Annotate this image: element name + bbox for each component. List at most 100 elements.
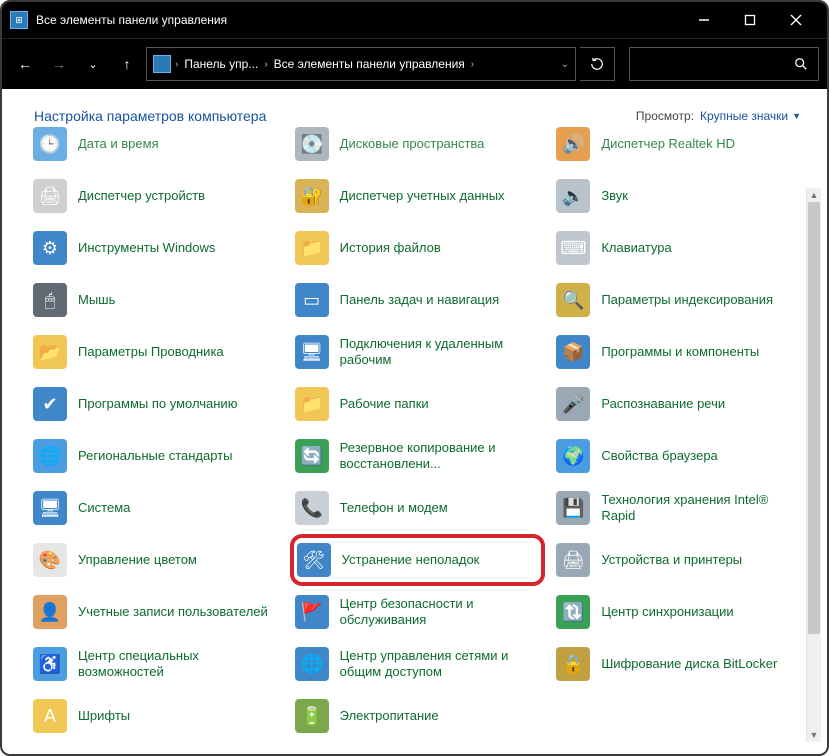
control-panel-item[interactable]: ⌨Клавиатура: [551, 222, 807, 274]
item-icon: ⌨: [555, 230, 591, 266]
item-icon: 🔋: [294, 698, 330, 734]
item-icon: 👤: [32, 594, 68, 630]
control-panel-item[interactable]: 🎨Управление цветом: [28, 534, 284, 586]
control-panel-item[interactable]: 📁Рабочие папки: [290, 378, 546, 430]
control-panel-item[interactable]: 🖨 Устройства и принтеры: [551, 534, 807, 586]
control-panel-item[interactable]: ♿Центр специальных возможностей: [28, 638, 284, 690]
item-label: Дисковые пространства: [340, 136, 485, 152]
control-panel-item[interactable]: 📂 Параметры Проводника: [28, 326, 284, 378]
control-panel-item[interactable]: 🔒 Шифрование диска BitLocker: [551, 638, 807, 690]
breadcrumb-root[interactable]: Панель упр...: [182, 57, 260, 71]
item-label: Центр безопасности и обслуживания: [340, 596, 542, 629]
window-title: Все элементы панели управления: [36, 13, 227, 27]
item-label: Устранение неполадок: [342, 552, 480, 568]
item-icon: 🛠: [296, 542, 332, 578]
item-icon: 🔃: [555, 594, 591, 630]
refresh-button[interactable]: [580, 47, 615, 81]
control-panel-item[interactable]: 🛠 Устранение неполадок: [290, 534, 546, 586]
control-panel-item[interactable]: 🖥Подключения к удаленным рабочим: [290, 326, 546, 378]
control-panel-item[interactable]: 🖨Диспетчер устройств: [28, 170, 284, 222]
control-panel-item[interactable]: 🖱Мышь: [28, 274, 284, 326]
control-panel-item[interactable]: 📦Программы и компоненты: [551, 326, 807, 378]
control-panel-item[interactable]: 💽 Дисковые пространства: [290, 118, 546, 170]
item-icon: ⚙: [32, 230, 68, 266]
control-panel-item[interactable]: AШрифты: [28, 690, 284, 742]
control-panel-item[interactable]: 🔈Звук: [551, 170, 807, 222]
item-label: Параметры Проводника: [78, 344, 224, 360]
item-label: Подключения к удаленным рабочим: [340, 336, 542, 369]
content-area: Настройка параметров компьютера Просмотр…: [4, 90, 825, 752]
control-panel-item[interactable]: 🔐Диспетчер учетных данных: [290, 170, 546, 222]
control-panel-item[interactable]: ▭Панель задач и навигация: [290, 274, 546, 326]
item-icon: 🖨: [555, 542, 591, 578]
control-panel-item[interactable]: 📞Телефон и модем: [290, 482, 546, 534]
control-panel-item[interactable]: ⚙ Инструменты Windows: [28, 222, 284, 274]
item-label: Шифрование диска BitLocker: [601, 656, 777, 672]
window-frame: ⊞ Все элементы панели управления ← → ⌄ ↑…: [0, 0, 829, 756]
history-dropdown[interactable]: ⌄: [78, 49, 108, 79]
control-panel-item[interactable]: 👤Учетные записи пользователей: [28, 586, 284, 638]
item-label: Центр специальных возможностей: [78, 648, 280, 681]
item-label: Система: [78, 500, 130, 516]
item-icon: 🔍: [555, 282, 591, 318]
item-icon: 📂: [32, 334, 68, 370]
breadcrumb-current[interactable]: Все элементы панели управления: [272, 57, 467, 71]
item-label: Свойства браузера: [601, 448, 717, 464]
chevron-down-icon[interactable]: ⌄: [561, 59, 569, 70]
item-icon: 🌍: [555, 438, 591, 474]
item-icon: 🔒: [555, 646, 591, 682]
control-panel-item[interactable]: 🌍 Свойства браузера: [551, 430, 807, 482]
control-panel-item[interactable]: 🔊 Диспетчер Realtek HD: [551, 118, 807, 170]
scroll-down-arrow[interactable]: ▼: [807, 728, 821, 742]
chevron-right-icon: ›: [471, 59, 474, 70]
item-icon: 🖨: [32, 178, 68, 214]
chevron-right-icon: ›: [264, 59, 267, 70]
control-panel-item[interactable]: 🔍Параметры индексирования: [551, 274, 807, 326]
control-panel-item[interactable]: 🔄Резервное копирование и восстановлени..…: [290, 430, 546, 482]
control-panel-item[interactable]: 📁История файлов: [290, 222, 546, 274]
items-grid: 🕒Дата и время 💽 Дисковые пространства 🔊 Дисп…: [4, 118, 825, 752]
titlebar: ⊞ Все элементы панели управления: [2, 2, 827, 38]
scroll-up-arrow[interactable]: ▲: [807, 188, 821, 202]
control-panel-item[interactable]: 🚩Центр безопасности и обслуживания: [290, 586, 546, 638]
control-panel-item[interactable]: 🌐Центр управления сетями и общим доступо…: [290, 638, 546, 690]
control-panel-item[interactable]: 🔋Электропитание: [290, 690, 546, 742]
item-label: Диспетчер Realtek HD: [601, 136, 735, 152]
forward-button[interactable]: →: [44, 49, 74, 79]
item-label: Инструменты Windows: [78, 240, 215, 256]
control-panel-item[interactable]: 🖥 Система: [28, 482, 284, 534]
up-button[interactable]: ↑: [112, 49, 142, 79]
item-icon: 🖥: [32, 490, 68, 526]
item-label: Устройства и принтеры: [601, 552, 742, 568]
control-panel-item[interactable]: 🕒Дата и время: [28, 118, 284, 170]
minimize-button[interactable]: [681, 2, 727, 38]
scroll-thumb[interactable]: [808, 202, 820, 634]
item-label: Панель задач и навигация: [340, 292, 500, 308]
item-icon: 🎤: [555, 386, 591, 422]
item-label: Резервное копирование и восстановлени...: [340, 440, 542, 473]
search-box[interactable]: [629, 47, 819, 81]
item-icon: 🎨: [32, 542, 68, 578]
address-bar[interactable]: › Панель упр... › Все элементы панели уп…: [146, 47, 576, 81]
item-icon: 🌐: [32, 438, 68, 474]
item-icon: 💽: [294, 126, 330, 162]
item-icon: A: [32, 698, 68, 734]
item-label: Дата и время: [78, 136, 159, 152]
close-button[interactable]: [773, 2, 819, 38]
back-button[interactable]: ←: [10, 49, 40, 79]
item-label: История файлов: [340, 240, 441, 256]
item-icon: 📁: [294, 386, 330, 422]
item-label: Центр управления сетями и общим доступом: [340, 648, 542, 681]
scrollbar-vertical[interactable]: ▲ ▼: [806, 188, 821, 742]
control-panel-item[interactable]: 🌐Региональные стандарты: [28, 430, 284, 482]
chevron-right-icon: ›: [175, 59, 178, 70]
control-panel-item[interactable]: 💾Технология хранения Intel® Rapid: [551, 482, 807, 534]
item-icon: 🔊: [555, 126, 591, 162]
control-panel-item[interactable]: ✔Программы по умолчанию: [28, 378, 284, 430]
control-panel-item[interactable]: 🔃 Центр синхронизации: [551, 586, 807, 638]
item-icon: 💾: [555, 490, 591, 526]
maximize-button[interactable]: [727, 2, 773, 38]
control-panel-item[interactable]: 🎤Распознавание речи: [551, 378, 807, 430]
item-label: Центр синхронизации: [601, 604, 733, 620]
item-label: Диспетчер учетных данных: [340, 188, 505, 204]
